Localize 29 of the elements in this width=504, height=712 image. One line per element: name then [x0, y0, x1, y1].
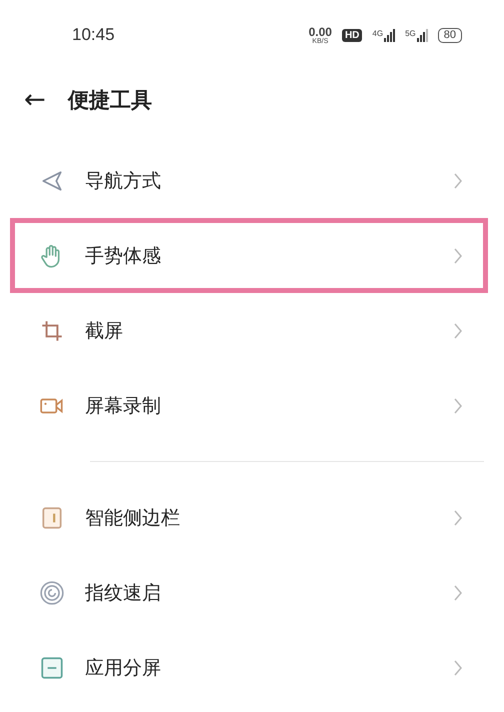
status-time: 10:45 [72, 25, 116, 45]
chevron-icon [453, 322, 463, 340]
row-label: 手势体感 [85, 244, 162, 268]
chevron-icon [453, 172, 463, 190]
network-speed: 0.00 [308, 26, 332, 38]
split-screen-icon [39, 654, 65, 680]
chevron-icon [453, 658, 463, 676]
row-label: 指纹速启 [85, 580, 162, 606]
settings-row[interactable]: 智能侧边栏 [10, 480, 488, 555]
chevron-icon [453, 508, 463, 526]
settings-row[interactable]: 屏幕录制 [10, 368, 488, 443]
row-label: 导航方式 [85, 168, 162, 194]
settings-row[interactable]: 应用分屏 [10, 630, 488, 705]
fingerprint-icon [39, 580, 65, 606]
settings-row[interactable]: 手势体感 [10, 218, 488, 293]
row-label: 截屏 [85, 318, 124, 344]
battery-icon: 80 [438, 28, 462, 42]
row-label: 屏幕录制 [85, 394, 162, 418]
chevron-icon [453, 584, 463, 602]
page-title: 便捷工具 [68, 87, 152, 114]
row-label: 应用分屏 [85, 656, 162, 680]
back-button[interactable]: ← [24, 85, 46, 115]
chevron-icon [453, 246, 463, 264]
row-label: 智能侧边栏 [85, 506, 181, 530]
settings-row[interactable]: 指纹速启 [10, 555, 488, 630]
settings-row[interactable]: 导航方式 [10, 143, 488, 218]
hd-badge: HD [342, 28, 362, 42]
settings-row[interactable]: 截屏 [10, 293, 488, 368]
chevron-icon [453, 396, 463, 414]
